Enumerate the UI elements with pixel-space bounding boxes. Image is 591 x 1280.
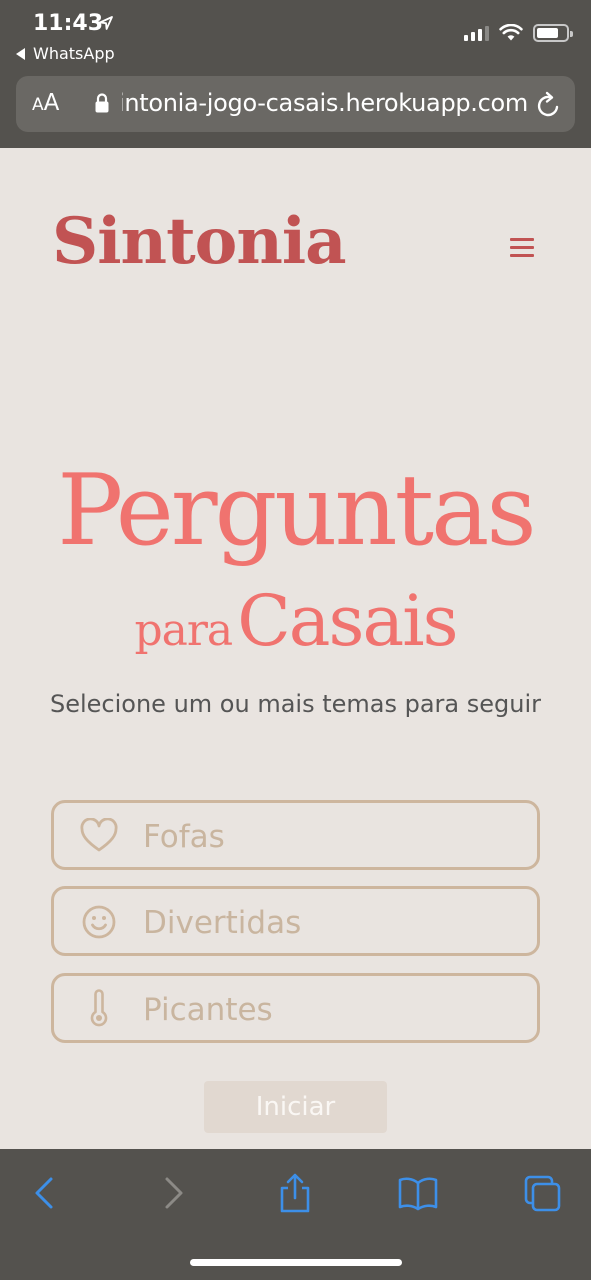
heart-icon: [80, 818, 118, 852]
thermometer-icon: [90, 989, 108, 1027]
theme-label: Fofas: [143, 819, 225, 855]
brand-logo[interactable]: Sintonia: [52, 204, 347, 279]
status-time: 11:43: [33, 11, 104, 36]
wifi-icon: [499, 24, 523, 41]
cellular-signal-icon: [464, 25, 489, 41]
theme-label: Divertidas: [143, 905, 302, 941]
back-chevron-icon[interactable]: [26, 1173, 66, 1213]
location-arrow-icon: [99, 16, 113, 30]
start-button[interactable]: Iniciar: [204, 1081, 387, 1133]
lock-icon: [95, 93, 109, 113]
smiley-icon: [82, 905, 116, 939]
theme-button-divertidas[interactable]: Divertidas: [51, 886, 540, 956]
text-size-small: A: [32, 95, 44, 115]
browser-bottom-toolbar: [0, 1149, 591, 1280]
browser-top-bar: 11:43 WhatsApp AA sintonia-jogo-casais.h…: [0, 0, 591, 148]
hamburger-menu-icon[interactable]: [510, 238, 534, 260]
hero-subtitle-small: para: [134, 605, 233, 656]
text-size-button[interactable]: AA: [32, 90, 59, 116]
status-indicators: [464, 24, 573, 42]
hero-title: Perguntas: [57, 454, 536, 568]
bookmarks-icon[interactable]: [398, 1173, 438, 1213]
battery-icon: [533, 24, 573, 42]
instruction-text: Selecione um ou mais temas para seguir: [49, 690, 541, 718]
theme-button-fofas[interactable]: Fofas: [51, 800, 540, 870]
forward-chevron-icon[interactable]: [152, 1173, 192, 1213]
tabs-icon[interactable]: [522, 1173, 562, 1213]
url-text[interactable]: sintonia-jogo-casais.herokuapp.com: [122, 89, 528, 117]
text-size-big: A: [43, 90, 60, 116]
back-to-app-link[interactable]: WhatsApp: [16, 44, 115, 63]
share-icon[interactable]: [275, 1173, 315, 1213]
theme-button-picantes[interactable]: Picantes: [51, 973, 540, 1043]
hero-subtitle-big: Casais: [237, 580, 458, 662]
address-bar[interactable]: AA sintonia-jogo-casais.herokuapp.com: [16, 76, 575, 132]
theme-label: Picantes: [143, 992, 273, 1028]
home-indicator: [190, 1259, 402, 1266]
reload-icon[interactable]: [535, 90, 563, 120]
back-app-label: WhatsApp: [33, 44, 115, 63]
back-triangle-icon: [16, 47, 25, 60]
hero-subtitle: para Casais: [0, 586, 591, 656]
